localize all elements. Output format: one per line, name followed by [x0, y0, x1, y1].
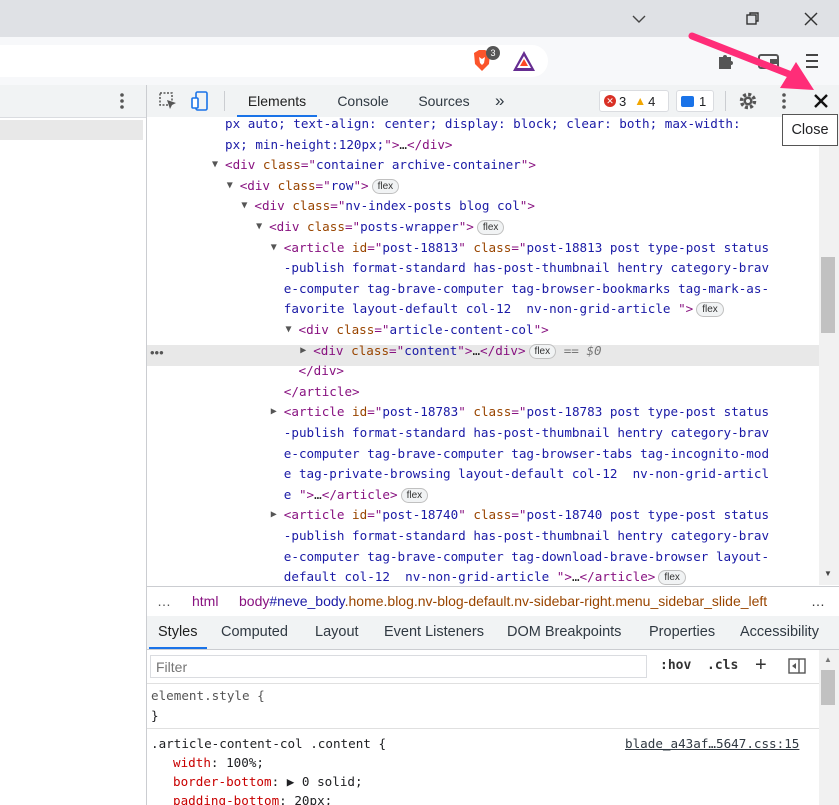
rule-property-width[interactable]: width: 100%;	[173, 753, 264, 772]
elements-scrollbar[interactable]: ▲ ▼	[819, 117, 839, 585]
toolbar-divider	[224, 91, 225, 111]
hov-toggle[interactable]: :hov	[660, 658, 691, 673]
expand-triangle-icon[interactable]: ▼	[227, 175, 233, 196]
close-icon	[804, 12, 818, 25]
styles-scrollbar[interactable]: ▲	[819, 650, 839, 805]
scrollbar-thumb[interactable]	[821, 670, 835, 705]
tab-console[interactable]: Console	[329, 85, 397, 117]
breadcrumb: … html body#neve_body.home.blog.nv-blog-…	[147, 586, 839, 617]
tab-sources[interactable]: Sources	[409, 85, 479, 117]
flex-badge[interactable]: flex	[658, 570, 686, 585]
warning-icon: ▲	[634, 94, 647, 108]
dom-tree[interactable]: ••• px auto; text-align: center; display…	[147, 117, 819, 585]
tab-layout[interactable]: Layout	[315, 616, 359, 649]
expand-triangle-icon[interactable]: ▼	[256, 216, 262, 237]
device-toolbar-button[interactable]	[189, 90, 211, 112]
brave-rewards-button[interactable]	[511, 48, 537, 74]
breadcrumb-more[interactable]: …	[811, 587, 825, 616]
address-bar[interactable]	[0, 45, 548, 77]
flex-badge[interactable]: flex	[371, 178, 400, 194]
breadcrumb-body[interactable]: body#neve_body.home.blog.nv-blog-default…	[239, 587, 802, 616]
tab-properties[interactable]: Properties	[649, 616, 715, 649]
rule-property-border-bottom[interactable]: border-bottom: ▶ 0 solid;	[173, 772, 363, 791]
rule-property-padding-bottom[interactable]: padding-bottom: 20px;	[173, 791, 332, 805]
filter-input[interactable]: Filter	[150, 655, 647, 678]
new-style-rule-plus-icon[interactable]: +	[755, 654, 767, 677]
expand-triangle-icon[interactable]: ▼	[271, 237, 277, 258]
flex-badge[interactable]: flex	[696, 302, 724, 318]
select-element-icon	[159, 92, 176, 109]
element-style-close-brace: }	[151, 708, 159, 723]
rule-source-link[interactable]: blade_a43af…5647.css:15	[625, 734, 799, 753]
toggle-sidebar-icon[interactable]	[788, 658, 806, 674]
node-actions-icon[interactable]: •••	[150, 345, 164, 360]
page-panel-header	[0, 85, 146, 118]
collapse-triangle-icon[interactable]: ▶	[271, 401, 277, 422]
flex-badge[interactable]: flex	[476, 220, 505, 235]
expand-triangle-icon[interactable]: ▼	[212, 154, 218, 175]
tab-dom-breakpoints[interactable]: DOM Breakpoints	[507, 616, 621, 649]
kebab-menu-icon[interactable]	[118, 92, 126, 110]
tab-elements[interactable]: Elements	[237, 85, 317, 117]
breadcrumb-body-tag: body	[239, 593, 270, 609]
close-tooltip: Close	[782, 114, 838, 146]
tab-computed[interactable]: Computed	[221, 616, 288, 649]
shield-count-badge: 3	[486, 46, 500, 60]
minimize-button[interactable]	[611, 0, 667, 37]
tab-accessibility[interactable]: Accessibility	[740, 616, 819, 649]
selected-node-marker: == $0	[556, 342, 602, 358]
breadcrumb-body-classes: .home.blog.nv-blog-default.nv-sidebar-ri…	[344, 593, 768, 609]
styles-pane: element.style { } .article-content-col .…	[147, 684, 819, 805]
issues-counter[interactable]: ✕ 3 ▲ 4	[599, 90, 669, 112]
collapse-triangle-icon[interactable]: ▶	[300, 340, 306, 361]
element-style-selector[interactable]: element.style {	[151, 686, 265, 705]
pointer-arrow-annotation	[688, 32, 814, 90]
device-mode-icon	[191, 91, 208, 111]
restore-icon	[746, 11, 759, 25]
collapse-triangle-icon[interactable]: ▶	[271, 504, 277, 525]
inspect-element-button[interactable]	[157, 90, 179, 112]
expand-triangle-icon[interactable]: ▼	[286, 319, 292, 340]
breadcrumb-body-id: #neve_body	[269, 593, 345, 609]
page-selected-row	[0, 120, 143, 140]
styles-filter-bar: Filter :hov .cls +	[147, 650, 819, 684]
expand-triangle-icon[interactable]: ▼	[241, 195, 247, 216]
tab-styles[interactable]: Styles	[149, 616, 207, 649]
flex-badge[interactable]: flex	[528, 343, 557, 359]
rule-selector[interactable]: .article-content-col .content {	[151, 734, 386, 753]
scrollbar-thumb[interactable]	[821, 257, 835, 333]
error-icon: ✕	[604, 95, 616, 107]
cls-toggle[interactable]: .cls	[707, 658, 738, 673]
chevron-down-icon	[632, 15, 646, 23]
scroll-down-arrow-icon[interactable]: ▼	[824, 569, 832, 578]
styles-tab-bar: Styles Computed Layout Event Listeners D…	[147, 616, 839, 650]
tab-event-listeners[interactable]: Event Listeners	[384, 616, 484, 649]
flex-badge[interactable]: flex	[400, 487, 429, 503]
breadcrumb-ellipsis[interactable]: …	[157, 587, 171, 616]
rule-divider	[147, 728, 819, 729]
more-tabs-button[interactable]: »	[495, 85, 504, 117]
rewards-triangle-icon	[513, 51, 535, 71]
page-content-area	[0, 85, 147, 805]
error-count: 3	[619, 93, 627, 109]
warning-count: 4	[648, 93, 656, 109]
brave-shields-button[interactable]: 3	[469, 46, 500, 74]
scroll-up-arrow-icon[interactable]: ▲	[824, 655, 832, 664]
breadcrumb-html[interactable]: html	[192, 587, 218, 616]
